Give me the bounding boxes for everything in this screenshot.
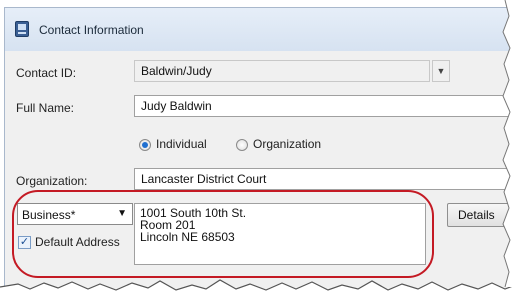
contact-information-window: Contact Information Contact ID: Baldwin/… bbox=[0, 0, 513, 308]
torn-edge bbox=[0, 0, 513, 308]
